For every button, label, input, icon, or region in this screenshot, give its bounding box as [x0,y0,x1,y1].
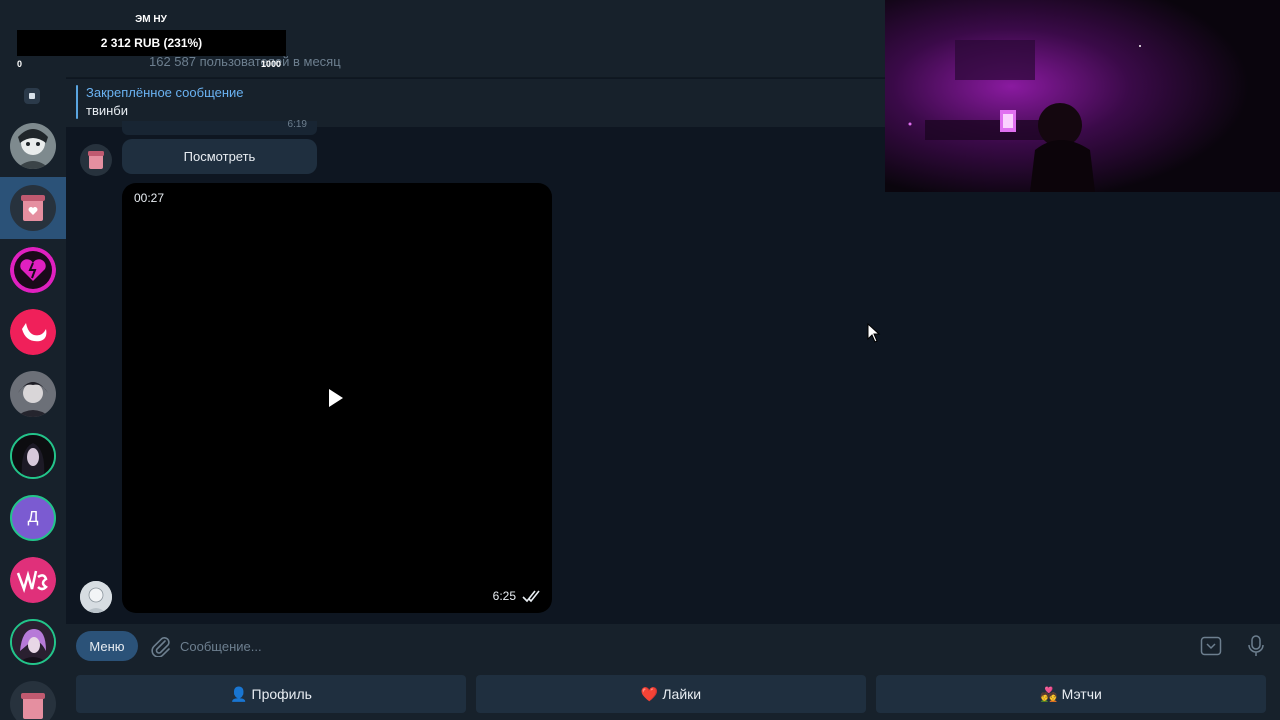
likes-button[interactable]: ❤️ Лайки [476,675,866,713]
view-button[interactable]: Посмотреть [122,139,317,174]
donation-progress-bar: 2 312 RUB (231%) [17,30,286,56]
mouse-cursor-icon [867,323,881,343]
sidebar-item-chat-3[interactable] [0,239,66,301]
telegram-window: 162 587 пользователей в месяц Закреплённ… [0,0,1280,720]
sidebar-item-chat-2[interactable] [0,177,66,239]
sidebar-item-chat-6[interactable] [0,425,66,487]
likes-label: Лайки [662,686,702,702]
bot-avatar[interactable] [80,144,112,176]
avatar [10,619,56,665]
sidebar-item-chat-10[interactable] [0,673,66,720]
avatar [10,433,56,479]
pinned-text: твинби [86,103,129,118]
avatar [10,123,56,169]
chat-sidebar: Д [0,0,66,720]
avatar: Д [10,495,56,541]
donation-name: ЭМ НУ [135,14,167,25]
bot-keyboard-icon[interactable] [1200,635,1222,657]
sidebar-item-chat-8[interactable] [0,549,66,611]
sidebar-item-chat-1[interactable] [0,115,66,177]
microphone-icon[interactable] [1245,634,1267,658]
donation-min: 0 [17,59,23,69]
avatar [10,185,56,231]
matches-label: Мэтчи [1061,686,1102,702]
video-message[interactable]: 00:27 6:25 [122,183,552,613]
paperclip-icon[interactable] [150,635,172,657]
chat-subtitle: 162 587 пользователей в месяц [149,54,341,69]
heart-icon: ❤️ [640,685,659,702]
double-check-icon [522,590,540,603]
sidebar-item-chat-5[interactable] [0,363,66,425]
sidebar-item-chat-9[interactable] [0,611,66,673]
avatar [10,247,56,293]
message-time: 6:19 [287,119,307,130]
message-time: 6:25 [492,589,516,603]
pinned-message[interactable]: Закреплённое сообщение твинби [66,79,885,127]
sidebar-item-chat-7[interactable]: Д [0,487,66,549]
couple-icon: 💑 [1040,685,1058,702]
bot-reply-keyboard: 👤 Профиль ❤️ Лайки 💑 Мэтчи [66,668,1280,720]
donation-amount: 2 312 RUB (231%) [100,36,203,50]
avatar-letter: Д [27,509,39,526]
message-composer: Меню [66,624,1280,668]
play-icon[interactable] [329,389,343,407]
sidebar-item-chat-4[interactable] [0,301,66,363]
pinned-indicator [76,85,78,119]
avatar [10,309,56,355]
person-icon: 👤 [230,685,248,702]
webcam-overlay [885,0,1280,192]
folder-icon[interactable] [24,88,40,104]
message-input[interactable] [180,632,1080,660]
avatar [10,371,56,417]
user-avatar[interactable] [80,581,112,613]
menu-button[interactable]: Меню [76,631,138,661]
donation-max: 1000 [261,59,282,69]
avatar [10,557,56,603]
profile-button[interactable]: 👤 Профиль [76,675,466,713]
video-duration: 00:27 [134,191,165,205]
pinned-title: Закреплённое сообщение [86,85,244,100]
previous-message: 6:19 [122,119,317,135]
profile-label: Профиль [251,686,312,702]
matches-button[interactable]: 💑 Мэтчи [876,675,1266,713]
avatar [10,681,56,720]
